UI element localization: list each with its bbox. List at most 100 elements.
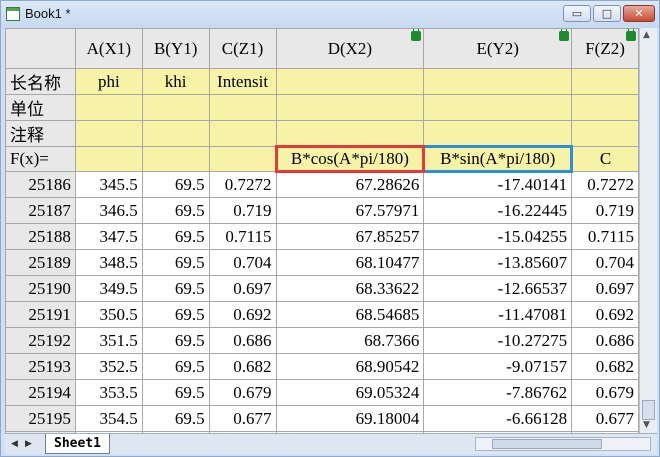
long-name-cell[interactable] (571, 68, 639, 95)
table-cell[interactable]: 0.686 (571, 327, 639, 354)
units-cell[interactable] (208, 94, 277, 121)
comments-cell[interactable] (275, 120, 425, 147)
horizontal-scrollbar[interactable] (475, 437, 651, 451)
table-cell[interactable]: -15.04255 (423, 223, 573, 250)
comments-cell[interactable] (141, 120, 210, 147)
table-cell[interactable]: 0.697 (571, 275, 639, 302)
table-cell[interactable]: 0.686 (208, 327, 277, 354)
table-cell[interactable]: 67.85257 (275, 223, 425, 250)
table-cell[interactable]: 0.677 (571, 405, 639, 432)
table-cell[interactable]: 69.5 (141, 275, 210, 302)
table-cell[interactable]: 0.7272 (571, 171, 639, 198)
units-cell[interactable] (141, 94, 210, 121)
sheet-tab[interactable]: Sheet1 (45, 434, 110, 454)
table-cell[interactable]: 69.5 (141, 405, 210, 432)
row-number[interactable]: 25186 (5, 171, 76, 198)
table-cell[interactable]: 350.5 (74, 301, 143, 328)
minimize-button[interactable]: ▭ (563, 5, 591, 22)
table-cell[interactable]: -9.07157 (423, 353, 573, 380)
table-cell[interactable]: 348.5 (74, 249, 143, 276)
table-cell[interactable]: -6.66128 (423, 405, 573, 432)
table-cell[interactable]: 0.692 (571, 301, 639, 328)
table-cell[interactable]: -11.47081 (423, 301, 573, 328)
table-cell[interactable]: -17.40141 (423, 171, 573, 198)
table-cell[interactable]: 68.33622 (275, 275, 425, 302)
table-cell[interactable]: 0.7115 (571, 223, 639, 250)
table-cell[interactable]: -12.66537 (423, 275, 573, 302)
table-cell[interactable]: 0.7272 (208, 171, 277, 198)
column-header-d[interactable]: D(X2) (275, 28, 425, 69)
units-cell[interactable] (74, 94, 143, 121)
formula-cell[interactable] (141, 146, 210, 172)
horizontal-scroll-thumb[interactable] (492, 439, 602, 449)
column-header-c[interactable]: C(Z1) (208, 28, 277, 69)
row-number[interactable]: 25187 (5, 197, 76, 224)
table-cell[interactable]: 0.719 (571, 197, 639, 224)
prev-sheet-arrow-icon[interactable]: ◀ (9, 437, 20, 451)
table-cell[interactable]: 69.5 (141, 353, 210, 380)
table-cell[interactable]: 69.5 (141, 171, 210, 198)
table-cell[interactable]: 69.5 (141, 327, 210, 354)
comments-cell[interactable] (74, 120, 143, 147)
units-cell[interactable] (275, 94, 425, 121)
long-name-cell[interactable]: Intensit (208, 68, 277, 95)
table-cell[interactable]: 69.18004 (275, 405, 425, 432)
table-cell[interactable]: 69.5 (141, 249, 210, 276)
table-cell[interactable]: 69.5 (141, 379, 210, 406)
formula-cell-e[interactable]: B*sin(A*pi/180) (422, 145, 574, 173)
table-cell[interactable]: 0.7115 (208, 223, 277, 250)
comments-cell[interactable] (571, 120, 639, 147)
vertical-scrollbar[interactable]: ▲ ▼ (639, 28, 657, 433)
row-number[interactable]: 25188 (5, 223, 76, 250)
column-header-f[interactable]: F(Z2) (571, 28, 639, 69)
column-header-a[interactable]: A(X1) (74, 28, 143, 69)
table-cell[interactable]: -10.27275 (423, 327, 573, 354)
table-cell[interactable]: 0.697 (208, 275, 277, 302)
table-cell[interactable]: 345.5 (74, 171, 143, 198)
scroll-down-arrow-icon[interactable]: ▼ (643, 420, 650, 430)
row-number[interactable]: 25193 (5, 353, 76, 380)
long-name-cell[interactable] (423, 68, 573, 95)
units-cell[interactable] (423, 94, 573, 121)
table-cell[interactable]: 347.5 (74, 223, 143, 250)
column-header-b[interactable]: B(Y1) (141, 28, 210, 69)
table-cell[interactable]: 349.5 (74, 275, 143, 302)
table-cell[interactable]: 69.5 (141, 223, 210, 250)
close-button[interactable]: ✕ (623, 5, 655, 22)
long-name-cell[interactable] (275, 68, 425, 95)
table-cell[interactable]: -13.85607 (423, 249, 573, 276)
formula-cell-d[interactable]: B*cos(A*pi/180) (274, 145, 426, 173)
table-cell[interactable]: 0.682 (571, 353, 639, 380)
table-cell[interactable]: 0.679 (208, 379, 277, 406)
row-number[interactable]: 25195 (5, 405, 76, 432)
formula-cell-f[interactable]: C (571, 146, 639, 172)
table-cell[interactable]: -16.22445 (423, 197, 573, 224)
table-cell[interactable]: 68.54685 (275, 301, 425, 328)
comments-cell[interactable] (423, 120, 573, 147)
table-cell[interactable]: 69.5 (141, 301, 210, 328)
table-cell[interactable]: -7.86762 (423, 379, 573, 406)
table-cell[interactable]: 0.719 (208, 197, 277, 224)
table-cell[interactable]: 68.10477 (275, 249, 425, 276)
table-cell[interactable]: 67.28626 (275, 171, 425, 198)
table-cell[interactable]: 0.704 (571, 249, 639, 276)
long-name-cell[interactable]: khi (141, 68, 210, 95)
row-number[interactable]: 25191 (5, 301, 76, 328)
corner-cell[interactable] (5, 28, 76, 69)
scroll-up-arrow-icon[interactable]: ▲ (643, 30, 650, 40)
table-cell[interactable]: 68.7366 (275, 327, 425, 354)
comments-cell[interactable] (208, 120, 277, 147)
formula-cell[interactable] (208, 146, 277, 172)
table-cell[interactable]: 67.57971 (275, 197, 425, 224)
table-cell[interactable]: 69.05324 (275, 379, 425, 406)
row-number[interactable]: 25192 (5, 327, 76, 354)
table-cell[interactable]: 354.5 (74, 405, 143, 432)
table-cell[interactable]: 346.5 (74, 197, 143, 224)
row-number[interactable]: 25190 (5, 275, 76, 302)
long-name-cell[interactable]: phi (74, 68, 143, 95)
table-cell[interactable]: 352.5 (74, 353, 143, 380)
formula-cell[interactable] (74, 146, 143, 172)
table-cell[interactable]: 0.679 (571, 379, 639, 406)
table-cell[interactable]: 351.5 (74, 327, 143, 354)
next-sheet-arrow-icon[interactable]: ▶ (23, 437, 34, 451)
